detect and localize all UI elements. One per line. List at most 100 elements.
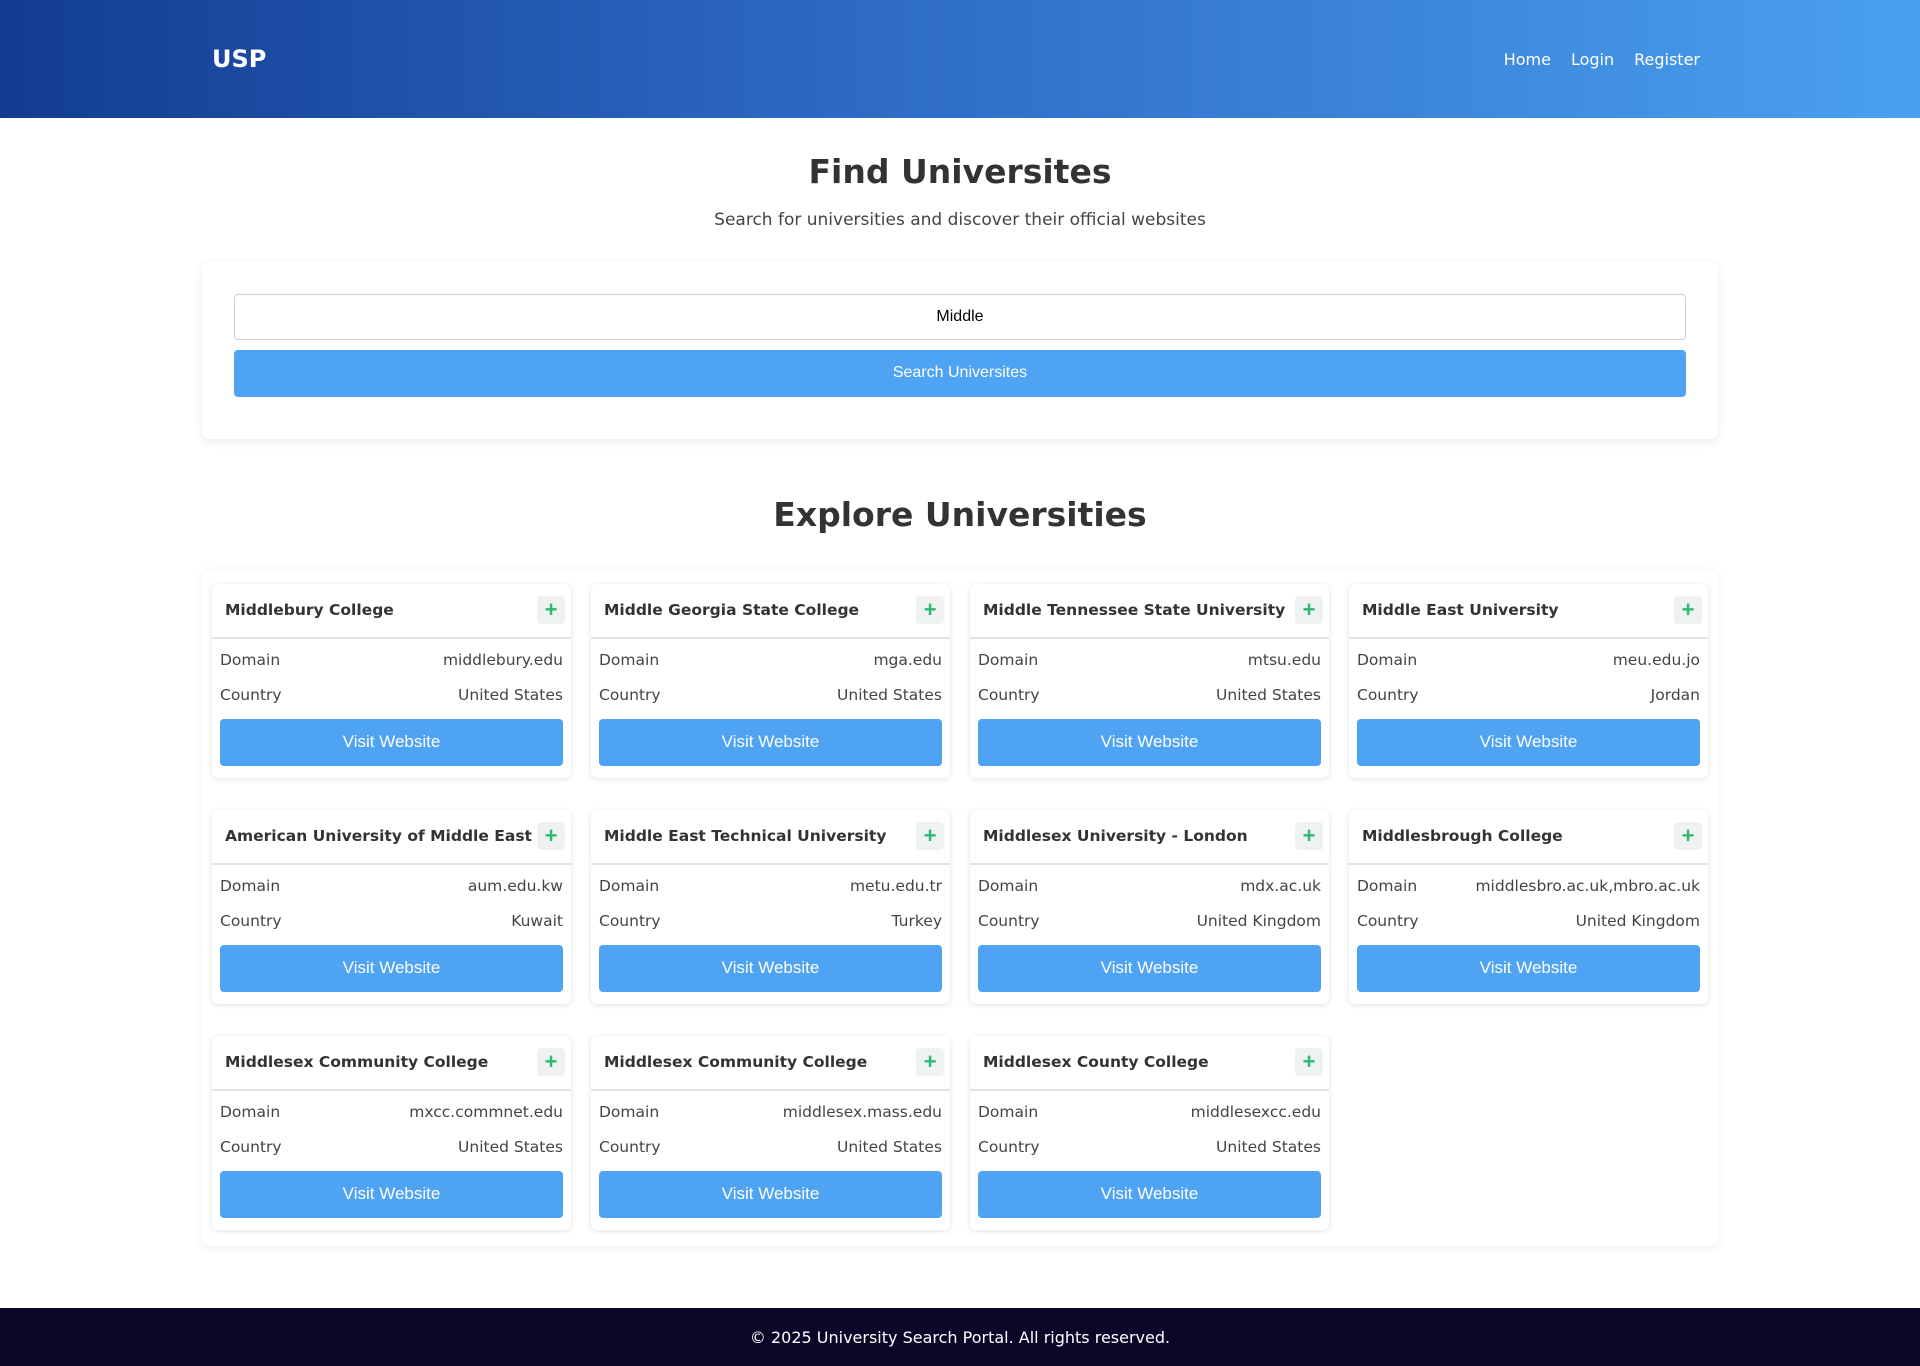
country-row: Country United States xyxy=(599,1130,942,1165)
visit-website-button[interactable]: Visit Website xyxy=(1357,944,1700,992)
card-header: Middle East University + xyxy=(1349,584,1708,639)
card-body: Domain mtsu.edu Country United States Vi… xyxy=(970,639,1329,766)
add-favorite-button[interactable]: + xyxy=(1295,822,1323,851)
university-card: Middle East Technical University + Domai… xyxy=(591,809,950,1004)
country-label: Country xyxy=(978,686,1040,705)
plus-icon: + xyxy=(544,1049,558,1075)
domain-value: mxcc.commnet.edu xyxy=(409,1103,563,1122)
domain-label: Domain xyxy=(599,1103,660,1122)
domain-value: middlesbro.ac.uk,mbro.ac.uk xyxy=(1475,877,1700,896)
card-header: Middle Tennessee State University + xyxy=(970,584,1329,639)
card-body: Domain mxcc.commnet.edu Country United S… xyxy=(212,1091,571,1218)
country-row: Country United States xyxy=(978,1130,1321,1165)
add-favorite-button[interactable]: + xyxy=(537,1048,565,1077)
visit-website-button[interactable]: Visit Website xyxy=(220,718,563,766)
card-header: American University of Middle East + xyxy=(212,810,571,865)
university-name: Middle East University xyxy=(1362,601,1559,620)
domain-value: metu.edu.tr xyxy=(849,877,942,896)
country-label: Country xyxy=(599,686,661,705)
visit-website-button[interactable]: Visit Website xyxy=(978,944,1321,992)
country-value: United States xyxy=(1216,1138,1321,1157)
country-row: Country United Kingdom xyxy=(1357,904,1700,939)
plus-icon: + xyxy=(544,823,558,849)
site-logo[interactable]: USP xyxy=(212,45,266,73)
visit-website-button[interactable]: Visit Website xyxy=(220,1170,563,1218)
domain-label: Domain xyxy=(220,651,281,670)
add-favorite-button[interactable]: + xyxy=(1674,822,1702,851)
card-header: Middlesex University - London + xyxy=(970,810,1329,865)
domain-row: Domain aum.edu.kw xyxy=(220,869,563,904)
country-value: Jordan xyxy=(1650,686,1700,705)
country-row: Country Turkey xyxy=(599,904,942,939)
domain-value: middlebury.edu xyxy=(442,651,563,670)
university-name: Middle Georgia State College xyxy=(604,601,860,620)
country-value: United Kingdom xyxy=(1575,912,1700,931)
card-body: Domain middlesbro.ac.uk,mbro.ac.uk Count… xyxy=(1349,865,1708,992)
domain-value: meu.edu.jo xyxy=(1612,651,1700,670)
search-input[interactable] xyxy=(234,293,1686,340)
domain-row: Domain middlebury.edu xyxy=(220,643,563,678)
card-body: Domain mga.edu Country United States Vis… xyxy=(591,639,950,766)
country-row: Country United States xyxy=(599,678,942,713)
add-favorite-button[interactable]: + xyxy=(1674,596,1702,625)
add-favorite-button[interactable]: + xyxy=(537,596,565,625)
footer-copyright: © 2025 University Search Portal. All rig… xyxy=(749,1327,1171,1347)
country-value: United States xyxy=(1216,686,1321,705)
visit-website-button[interactable]: Visit Website xyxy=(599,718,942,766)
domain-row: Domain mtsu.edu xyxy=(978,643,1321,678)
card-body: Domain metu.edu.tr Country Turkey Visit … xyxy=(591,865,950,992)
add-favorite-button[interactable]: + xyxy=(916,596,944,625)
plus-icon: + xyxy=(923,1049,937,1075)
university-card: Middlesex Community College + Domain mid… xyxy=(591,1035,950,1230)
page-subtitle: Search for universities and discover the… xyxy=(714,209,1206,230)
country-label: Country xyxy=(220,1138,282,1157)
card-header: Middlesex County College + xyxy=(970,1036,1329,1091)
country-label: Country xyxy=(220,912,282,931)
visit-website-button[interactable]: Visit Website xyxy=(978,718,1321,766)
country-value: Turkey xyxy=(891,912,942,931)
hero-section: Find Universites Search for universities… xyxy=(0,152,1920,230)
country-value: Kuwait xyxy=(511,912,563,931)
university-card: Middle Tennessee State University + Doma… xyxy=(970,583,1329,778)
card-body: Domain aum.edu.kw Country Kuwait Visit W… xyxy=(212,865,571,992)
card-header: Middlesex Community College + xyxy=(212,1036,571,1091)
domain-label: Domain xyxy=(599,651,660,670)
domain-row: Domain mxcc.commnet.edu xyxy=(220,1095,563,1130)
nav-login-link[interactable]: Login xyxy=(1571,50,1614,69)
visit-website-button[interactable]: Visit Website xyxy=(1357,718,1700,766)
country-value: United States xyxy=(837,1138,942,1157)
plus-icon: + xyxy=(923,597,937,623)
university-name: Middlesex Community College xyxy=(604,1053,868,1072)
add-favorite-button[interactable]: + xyxy=(1295,1048,1323,1077)
visit-website-button[interactable]: Visit Website xyxy=(599,944,942,992)
search-button[interactable]: Search Universites xyxy=(234,349,1686,397)
card-body: Domain mdx.ac.uk Country United Kingdom … xyxy=(970,865,1329,992)
university-card: Middlesex Community College + Domain mxc… xyxy=(212,1035,571,1230)
add-favorite-button[interactable]: + xyxy=(916,1048,944,1077)
domain-row: Domain metu.edu.tr xyxy=(599,869,942,904)
nav-home-link[interactable]: Home xyxy=(1504,50,1551,69)
nav-register-link[interactable]: Register xyxy=(1634,50,1700,69)
domain-label: Domain xyxy=(220,1103,281,1122)
country-value: United Kingdom xyxy=(1196,912,1321,931)
add-favorite-button[interactable]: + xyxy=(916,822,944,851)
university-card: Middlesbrough College + Domain middlesbr… xyxy=(1349,809,1708,1004)
add-favorite-button[interactable]: + xyxy=(537,822,565,851)
country-label: Country xyxy=(599,1138,661,1157)
plus-icon: + xyxy=(1302,597,1316,623)
domain-label: Domain xyxy=(599,877,660,896)
plus-icon: + xyxy=(544,597,558,623)
plus-icon: + xyxy=(1302,1049,1316,1075)
domain-row: Domain middlesex.mass.edu xyxy=(599,1095,942,1130)
country-row: Country United Kingdom xyxy=(978,904,1321,939)
visit-website-button[interactable]: Visit Website xyxy=(220,944,563,992)
card-header: Middle Georgia State College + xyxy=(591,584,950,639)
domain-row: Domain middlesbro.ac.uk,mbro.ac.uk xyxy=(1357,869,1700,904)
visit-website-button[interactable]: Visit Website xyxy=(599,1170,942,1218)
university-card: American University of Middle East + Dom… xyxy=(212,809,571,1004)
card-body: Domain middlesexcc.edu Country United St… xyxy=(970,1091,1329,1218)
university-card: Middlesex University - London + Domain m… xyxy=(970,809,1329,1004)
add-favorite-button[interactable]: + xyxy=(1295,596,1323,625)
domain-value: aum.edu.kw xyxy=(467,877,563,896)
visit-website-button[interactable]: Visit Website xyxy=(978,1170,1321,1218)
